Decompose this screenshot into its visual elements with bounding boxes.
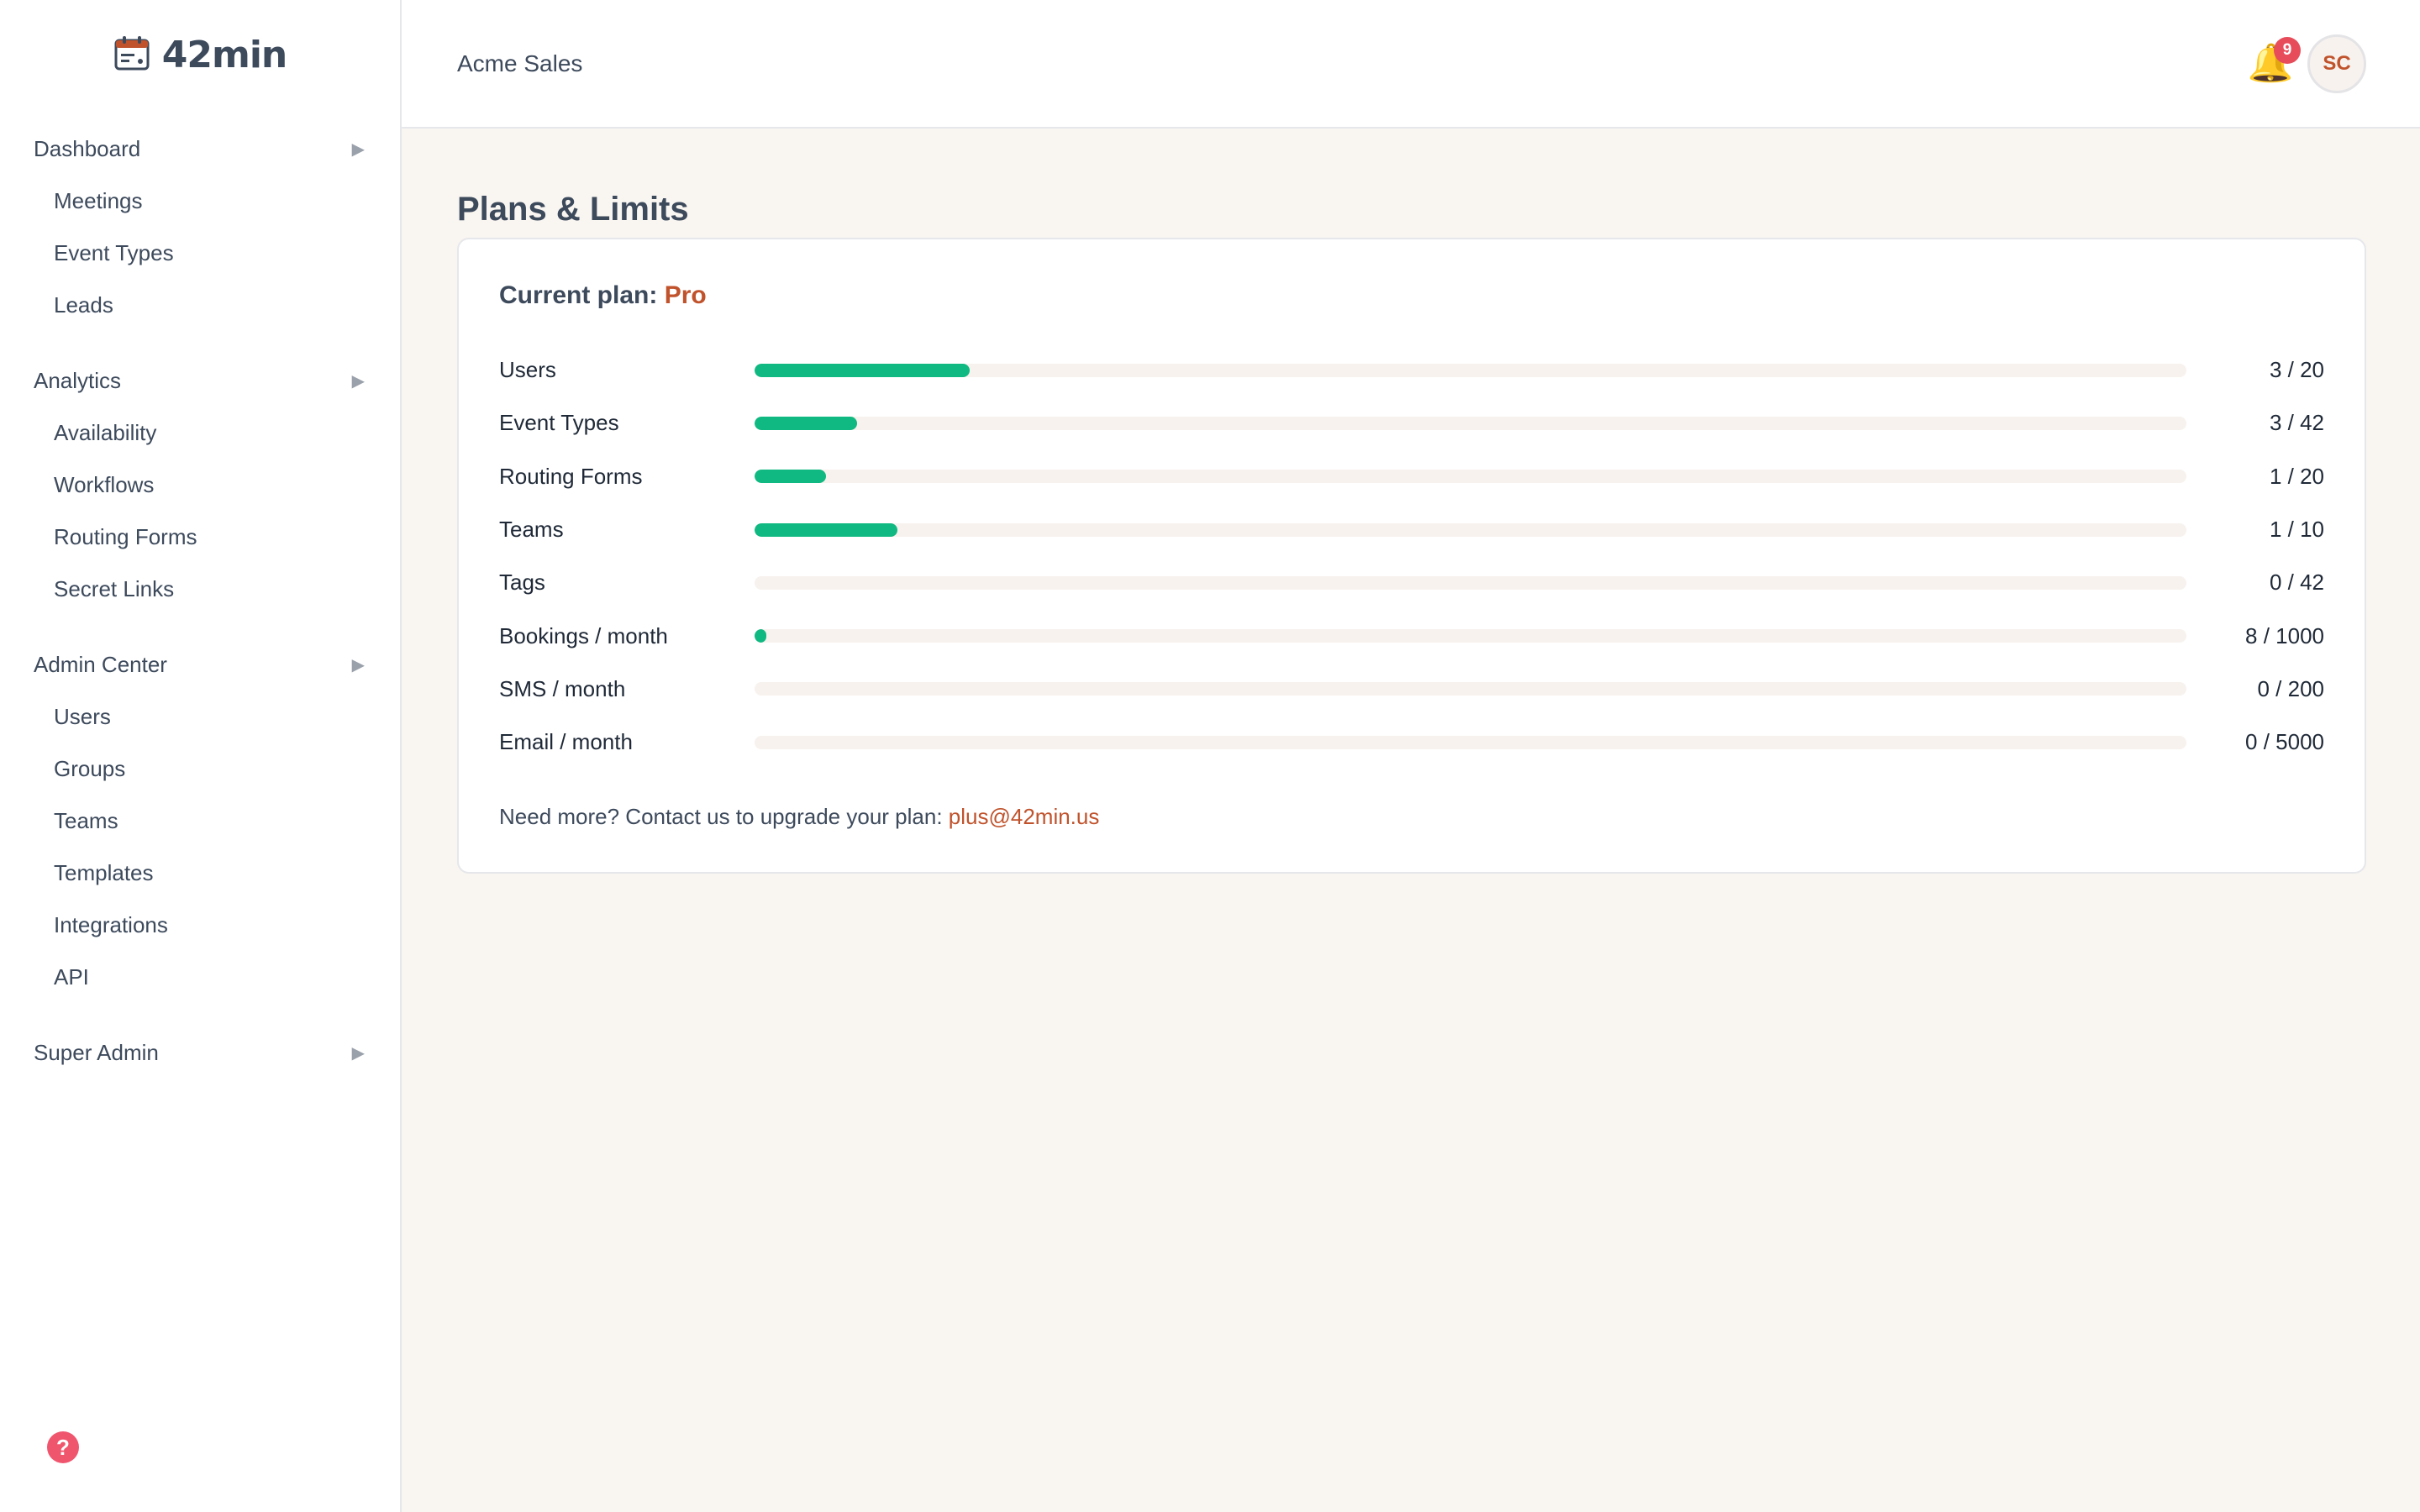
plan-name: Pro (664, 281, 707, 309)
app: 42min Dashboard ▶ Meetings Event Types L… (0, 0, 2420, 1512)
triangle-right-icon: ▶ (351, 371, 365, 391)
limit-label: Bookings / month (499, 622, 668, 648)
progress-fill (755, 522, 898, 537)
nav-section-admin-center-toggle[interactable]: Admin Center ▶ (0, 638, 400, 690)
limit-row: Users 3 / 20 (499, 344, 2324, 396)
limit-row: Teams 1 / 10 (499, 503, 2324, 556)
progress-bar (755, 735, 2186, 749)
sidebar: 42min Dashboard ▶ Meetings Event Types L… (0, 0, 402, 1512)
sidebar-item-groups[interactable]: Groups (0, 743, 400, 795)
limit-value: 0 / 200 (2257, 675, 2324, 701)
progress-fill (755, 416, 857, 430)
sidebar-nav: Dashboard ▶ Meetings Event Types Leads A… (0, 109, 400, 1079)
limit-value: 3 / 20 (2269, 357, 2324, 383)
triangle-right-icon: ▶ (351, 1043, 365, 1063)
sidebar-item-availability[interactable]: Availability (0, 407, 400, 459)
question-icon[interactable]: ? (47, 1431, 79, 1463)
limit-label: Routing Forms (499, 463, 643, 489)
current-plan: Current plan: Pro (499, 281, 2324, 310)
sidebar-item-secret-links[interactable]: Secret Links (0, 563, 400, 615)
upgrade-note: Need more? Contact us to upgrade your pl… (499, 804, 2324, 830)
limit-value: 0 / 42 (2269, 570, 2324, 596)
progress-fill (755, 363, 970, 377)
nav-section-label: Analytics (34, 367, 122, 393)
calendar-icon (113, 34, 150, 76)
progress-bar (755, 682, 2186, 696)
sidebar-item-users[interactable]: Users (0, 690, 400, 743)
brand[interactable]: 42min (0, 0, 400, 109)
nav-section-label: Dashboard (34, 135, 141, 161)
org-name: Acme Sales (457, 50, 583, 76)
progress-bar (755, 470, 2186, 484)
limit-value: 3 / 42 (2269, 410, 2324, 436)
progress-bar (755, 522, 2186, 537)
progress-bar (755, 363, 2186, 377)
triangle-right-icon: ▶ (351, 139, 365, 159)
limit-row: Event Types 3 / 42 (499, 396, 2324, 449)
limit-row: Routing Forms 1 / 20 (499, 450, 2324, 503)
nav-section-label: Admin Center (34, 651, 167, 677)
plan-prefix: Current plan: (499, 281, 658, 309)
triangle-right-icon: ▶ (351, 655, 365, 675)
sidebar-item-workflows[interactable]: Workflows (0, 459, 400, 511)
nav-section-dashboard: Dashboard ▶ Meetings Event Types Leads (0, 123, 400, 331)
upgrade-email-link[interactable]: plus@42min.us (949, 804, 1100, 829)
page-content: Plans & Limits Current plan: Pro Users 3… (402, 129, 2420, 874)
limit-label: Tags (499, 570, 545, 596)
limit-label: Teams (499, 517, 564, 543)
sidebar-item-teams[interactable]: Teams (0, 795, 400, 847)
limit-row: SMS / month 0 / 200 (499, 663, 2324, 716)
upgrade-text: Need more? Contact us to upgrade your pl… (499, 804, 943, 830)
nav-section-dashboard-toggle[interactable]: Dashboard ▶ (0, 123, 400, 175)
sidebar-item-api[interactable]: API (0, 951, 400, 1003)
main-area: Acme Sales 🔔 9 SC Plans & Limits Current… (402, 0, 2420, 1512)
nav-section-analytics: Analytics ▶ Availability Workflows Routi… (0, 354, 400, 615)
sidebar-item-event-types[interactable]: Event Types (0, 227, 400, 279)
nav-section-super-admin-toggle[interactable]: Super Admin ▶ (0, 1026, 400, 1079)
limit-label: Event Types (499, 410, 619, 436)
avatar[interactable]: SC (2307, 34, 2366, 93)
limit-row: Email / month 0 / 5000 (499, 716, 2324, 769)
nav-section-analytics-toggle[interactable]: Analytics ▶ (0, 354, 400, 407)
sidebar-item-templates[interactable]: Templates (0, 847, 400, 899)
plan-card: Current plan: Pro Users 3 / 20 Event Typ… (457, 238, 2366, 874)
nav-section-super-admin: Super Admin ▶ (0, 1026, 400, 1079)
limit-label: Email / month (499, 729, 633, 755)
progress-bar (755, 629, 2186, 643)
limit-value: 0 / 5000 (2245, 729, 2324, 755)
limit-value: 8 / 1000 (2245, 622, 2324, 648)
page-title: Plans & Limits (457, 191, 689, 228)
limit-value: 1 / 10 (2269, 517, 2324, 543)
limit-value: 1 / 20 (2269, 463, 2324, 489)
progress-bar (755, 575, 2186, 590)
progress-fill (755, 629, 766, 643)
sidebar-item-routing-forms[interactable]: Routing Forms (0, 511, 400, 563)
limit-row: Bookings / month 8 / 1000 (499, 609, 2324, 662)
nav-section-label: Super Admin (34, 1039, 159, 1065)
notifications-button[interactable]: 🔔 9 (2245, 36, 2301, 89)
sidebar-item-integrations[interactable]: Integrations (0, 899, 400, 951)
limit-label: SMS / month (499, 675, 626, 701)
nav-section-admin-center: Admin Center ▶ Users Groups Teams Templa… (0, 638, 400, 1003)
limits-list: Users 3 / 20 Event Types 3 / 42 Routing … (499, 344, 2324, 769)
limit-label: Users (499, 357, 556, 383)
progress-fill (755, 470, 827, 484)
limit-row: Tags 0 / 42 (499, 556, 2324, 609)
top-bar: Acme Sales 🔔 9 SC (402, 0, 2420, 129)
notification-badge: 9 (2274, 36, 2301, 64)
sidebar-item-leads[interactable]: Leads (0, 279, 400, 331)
sidebar-item-meetings[interactable]: Meetings (0, 175, 400, 227)
top-actions: 🔔 9 SC (2245, 34, 2366, 93)
progress-bar (755, 416, 2186, 430)
brand-name: 42min (161, 33, 287, 76)
